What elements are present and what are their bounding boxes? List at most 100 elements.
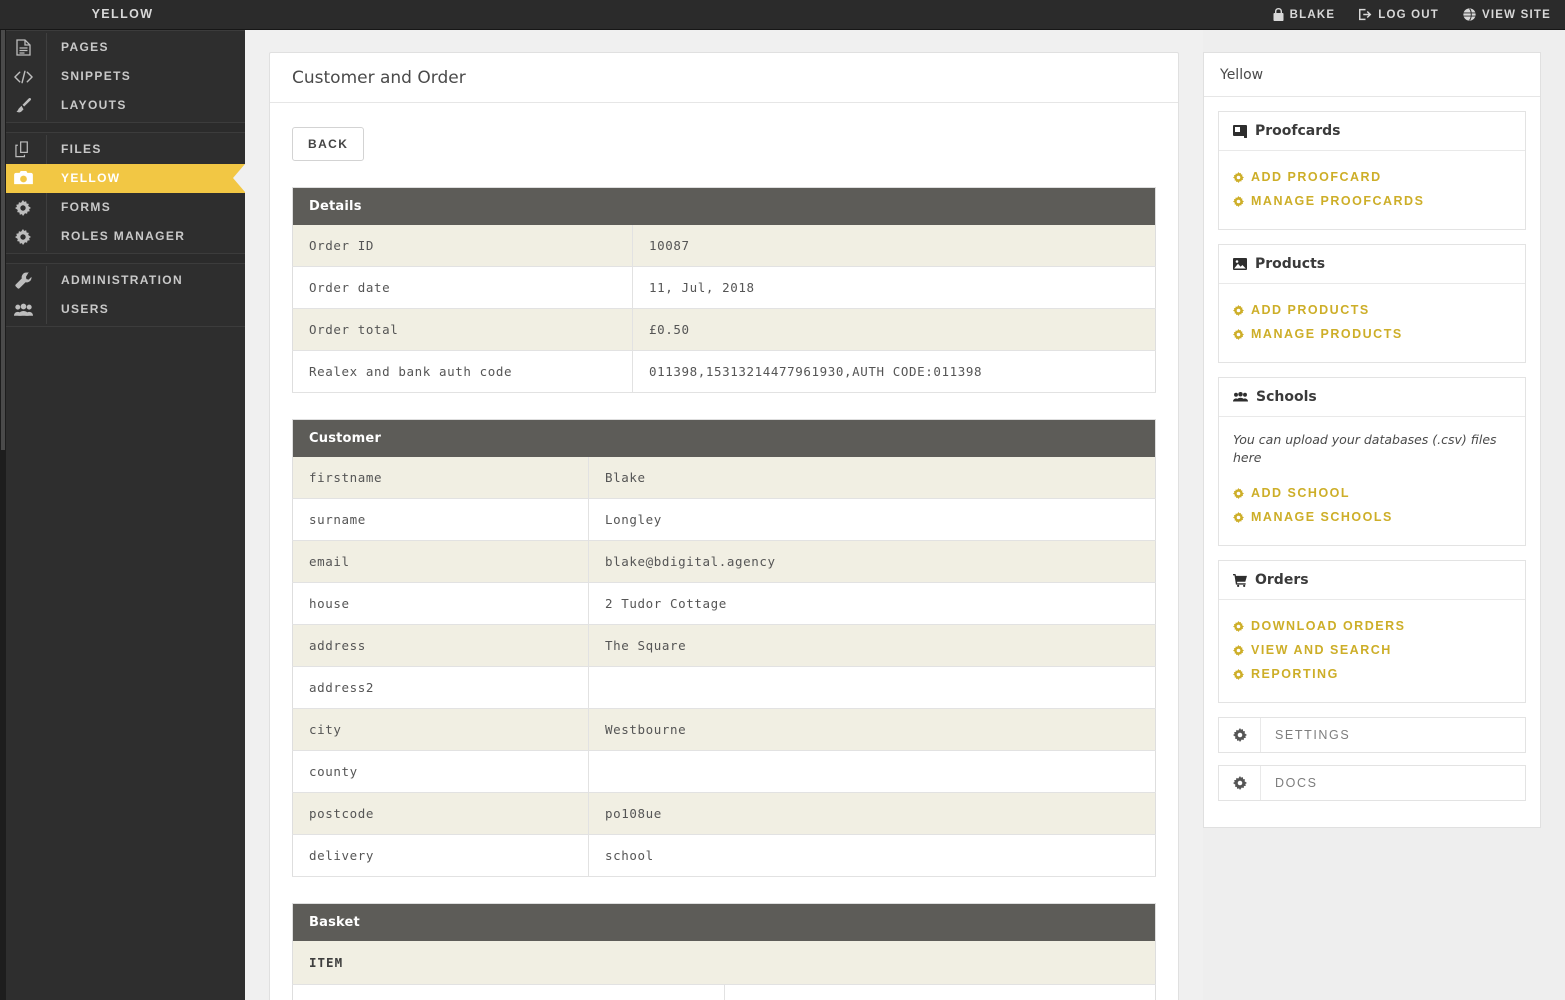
row-key: email (292, 540, 589, 583)
table-row: postcode po108ue (292, 792, 1156, 835)
sidebar-group-content: PAGES SNIPPETS LAYOUTS (0, 30, 245, 123)
table-row: house 2 Tudor Cottage (292, 582, 1156, 625)
gear-icon (1233, 195, 1244, 207)
cart-icon (1233, 573, 1247, 587)
users-icon (1233, 391, 1248, 403)
sidebar-item-label: ADMINISTRATION (46, 266, 245, 295)
customer-table-header: Customer (292, 419, 1156, 457)
card-body: DOWNLOAD ORDERS VIEW AND SEARCH REPORTIN… (1219, 600, 1525, 702)
sidebar-divider-2 (0, 254, 245, 264)
link-label: ADD SCHOOL (1251, 486, 1351, 501)
sidebar-item-label: LAYOUTS (46, 91, 245, 120)
settings-button[interactable]: SETTINGS (1218, 717, 1526, 754)
row-value: 10087 (632, 225, 1156, 267)
row-key: delivery (292, 834, 589, 877)
table-row: address2 (292, 666, 1156, 709)
card-products: Products ADD PRODUCTS MANAGE PRODUCTS (1218, 244, 1526, 363)
row-value: 011398,15313214477961930,AUTH CODE:01139… (632, 350, 1156, 393)
sidebar-item-layouts[interactable]: LAYOUTS (0, 91, 245, 120)
manage-products-link[interactable]: MANAGE PRODUCTS (1233, 322, 1511, 346)
row-key: city (292, 708, 589, 751)
view-and-search-link[interactable]: VIEW AND SEARCH (1233, 638, 1511, 662)
back-button[interactable]: BACK (292, 127, 365, 161)
row-key: address (292, 624, 589, 667)
card-body: You can upload your databases (.csv) fil… (1219, 417, 1525, 545)
manage-schools-link[interactable]: MANAGE SCHOOLS (1233, 505, 1511, 529)
row-key: county (292, 750, 589, 793)
camera-icon (0, 164, 46, 193)
row-value: Longley (588, 498, 1156, 541)
reporting-link[interactable]: REPORTING (1233, 662, 1511, 686)
card-title: Proofcards (1255, 123, 1341, 139)
table-row: city Westbourne (292, 708, 1156, 751)
logout-icon (1359, 8, 1372, 21)
sidebar-item-users[interactable]: USERS (0, 295, 245, 324)
app-root: YELLOW BLAKE LOG OUT VIEW SITE PAGES SNI… (0, 0, 1565, 1000)
sidebar-item-pages[interactable]: PAGES (0, 33, 245, 62)
sidebar-item-roles-manager[interactable]: ROLES MANAGER (0, 222, 245, 251)
card-header: Orders (1219, 561, 1525, 601)
table-row: surname Longley (292, 498, 1156, 541)
lock-icon (1273, 8, 1284, 21)
row-key: surname (292, 498, 589, 541)
sidebar-item-administration[interactable]: ADMINISTRATION (0, 266, 245, 295)
card-schools: Schools You can upload your databases (.… (1218, 377, 1526, 547)
logout-label: LOG OUT (1378, 8, 1440, 21)
row-key: Order ID (292, 225, 633, 267)
card-body: ADD PRODUCTS MANAGE PRODUCTS (1219, 284, 1525, 362)
details-table-body: Order ID 10087 Order date 11, Jul, 2018 … (292, 225, 1156, 393)
row-key: house (292, 582, 589, 625)
row-key: Order date (292, 266, 633, 309)
gear-icon (1233, 328, 1244, 340)
code-icon (0, 62, 46, 91)
manage-proofcards-link[interactable]: MANAGE PROOFCARDS (1233, 189, 1511, 213)
sidebar-item-label: FILES (46, 135, 245, 164)
page-icon (0, 33, 46, 62)
gear-icon (1219, 766, 1261, 801)
sidebar-item-label: USERS (46, 295, 245, 324)
brush-icon (0, 91, 46, 120)
download-orders-link[interactable]: DOWNLOAD ORDERS (1233, 614, 1511, 638)
row-value (724, 984, 1156, 1000)
rail-body: Proofcards ADD PROOFCARD MANAGE PROOFCAR… (1204, 97, 1540, 827)
table-row (292, 984, 1156, 1000)
user-menu-blake[interactable]: BLAKE (1273, 8, 1336, 21)
link-label: ADD PRODUCTS (1251, 303, 1370, 317)
basket-table: Basket ITEM (292, 903, 1156, 1000)
row-key (292, 984, 725, 1000)
docs-label: DOCS (1275, 776, 1318, 791)
add-school-link[interactable]: ADD SCHOOL (1233, 481, 1511, 505)
main-content: Customer and Order BACK Details Order ID… (245, 30, 1203, 1000)
sidebar-scrollbar[interactable] (0, 30, 6, 1000)
docs-button[interactable]: DOCS (1218, 765, 1526, 802)
gear-icon (1233, 511, 1244, 523)
link-label: ADD PROOFCARD (1251, 170, 1382, 184)
basket-table-body (292, 984, 1156, 1000)
schools-note: You can upload your databases (.csv) fil… (1233, 432, 1497, 466)
add-products-link[interactable]: ADD PRODUCTS (1233, 298, 1511, 322)
gear-icon (1219, 718, 1261, 753)
right-rail: Yellow Proofcards ADD PROOFCARD MANAGE P… (1203, 30, 1565, 1000)
customer-order-panel: Customer and Order BACK Details Order ID… (269, 52, 1179, 1000)
sidebar-item-yellow[interactable]: YELLOW (0, 164, 245, 193)
row-value: Westbourne (588, 708, 1156, 751)
sidebar-item-forms[interactable]: FORMS (0, 193, 245, 222)
gear-icon (1233, 487, 1244, 499)
view-site-button[interactable]: VIEW SITE (1463, 8, 1551, 21)
sidebar-item-files[interactable]: FILES (0, 135, 245, 164)
top-bar-links: BLAKE LOG OUT VIEW SITE (1273, 0, 1551, 29)
card-header: Proofcards (1219, 112, 1525, 151)
details-heading: Details (292, 187, 1156, 225)
card-title: Schools (1256, 389, 1317, 405)
details-table-header: Details (292, 187, 1156, 225)
sidebar-item-label: ROLES MANAGER (46, 222, 245, 251)
logout-button[interactable]: LOG OUT (1359, 8, 1439, 21)
customer-heading: Customer (292, 419, 1156, 457)
sidebar-item-snippets[interactable]: SNIPPETS (0, 62, 245, 91)
page-title: Customer and Order (270, 53, 1178, 103)
user-menu-label: BLAKE (1289, 8, 1336, 21)
sidebar-scrollbar-thumb[interactable] (1, 30, 5, 450)
card-title: Orders (1255, 572, 1309, 589)
add-proofcard-link[interactable]: ADD PROOFCARD (1233, 165, 1511, 189)
row-value: 2 Tudor Cottage (588, 582, 1156, 625)
